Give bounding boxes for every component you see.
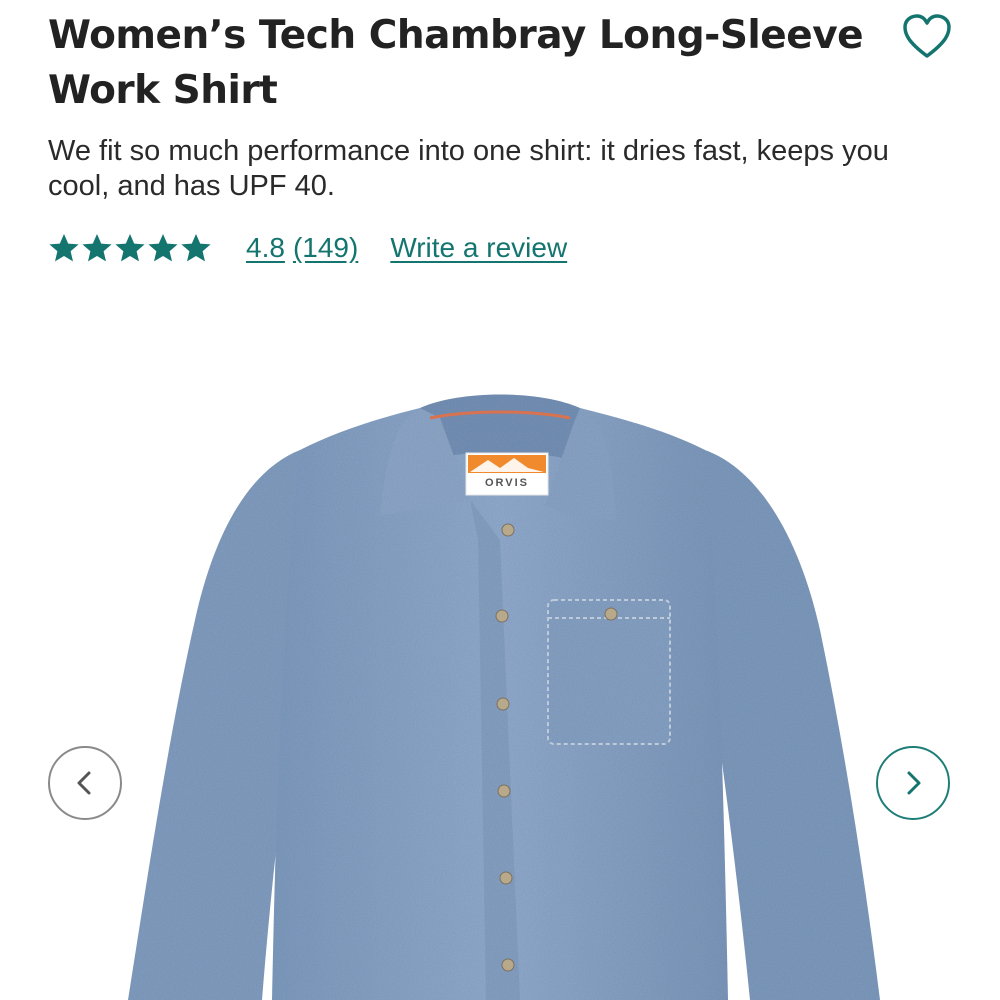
star-rating <box>48 232 212 264</box>
write-review-link[interactable]: Write a review <box>390 232 567 264</box>
product-image-gallery: ORVIS <box>0 300 1000 1000</box>
previous-image-button[interactable] <box>48 746 122 820</box>
review-count: (149) <box>292 232 359 263</box>
favorite-button[interactable] <box>902 14 952 60</box>
chevron-left-icon <box>77 771 91 795</box>
brand-label-text: ORVIS <box>485 477 529 489</box>
heart-outline-icon <box>903 14 951 58</box>
star-icon <box>49 234 79 262</box>
star-icon <box>82 234 112 262</box>
next-image-button[interactable] <box>876 746 950 820</box>
chevron-right-icon <box>907 771 921 795</box>
product-image: ORVIS <box>128 394 880 1000</box>
star-icon <box>115 234 145 262</box>
star-icon <box>181 234 211 262</box>
rating-summary-link[interactable]: 4.8 (149) <box>246 232 358 264</box>
rating-value: 4.8 <box>246 232 285 263</box>
product-title: Women’s Tech Chambray Long-Sleeve Work S… <box>48 13 864 113</box>
star-icon <box>148 234 178 262</box>
rating-row: 4.8 (149) Write a review <box>48 228 567 268</box>
product-description: We fit so much performance into one shir… <box>48 135 889 202</box>
